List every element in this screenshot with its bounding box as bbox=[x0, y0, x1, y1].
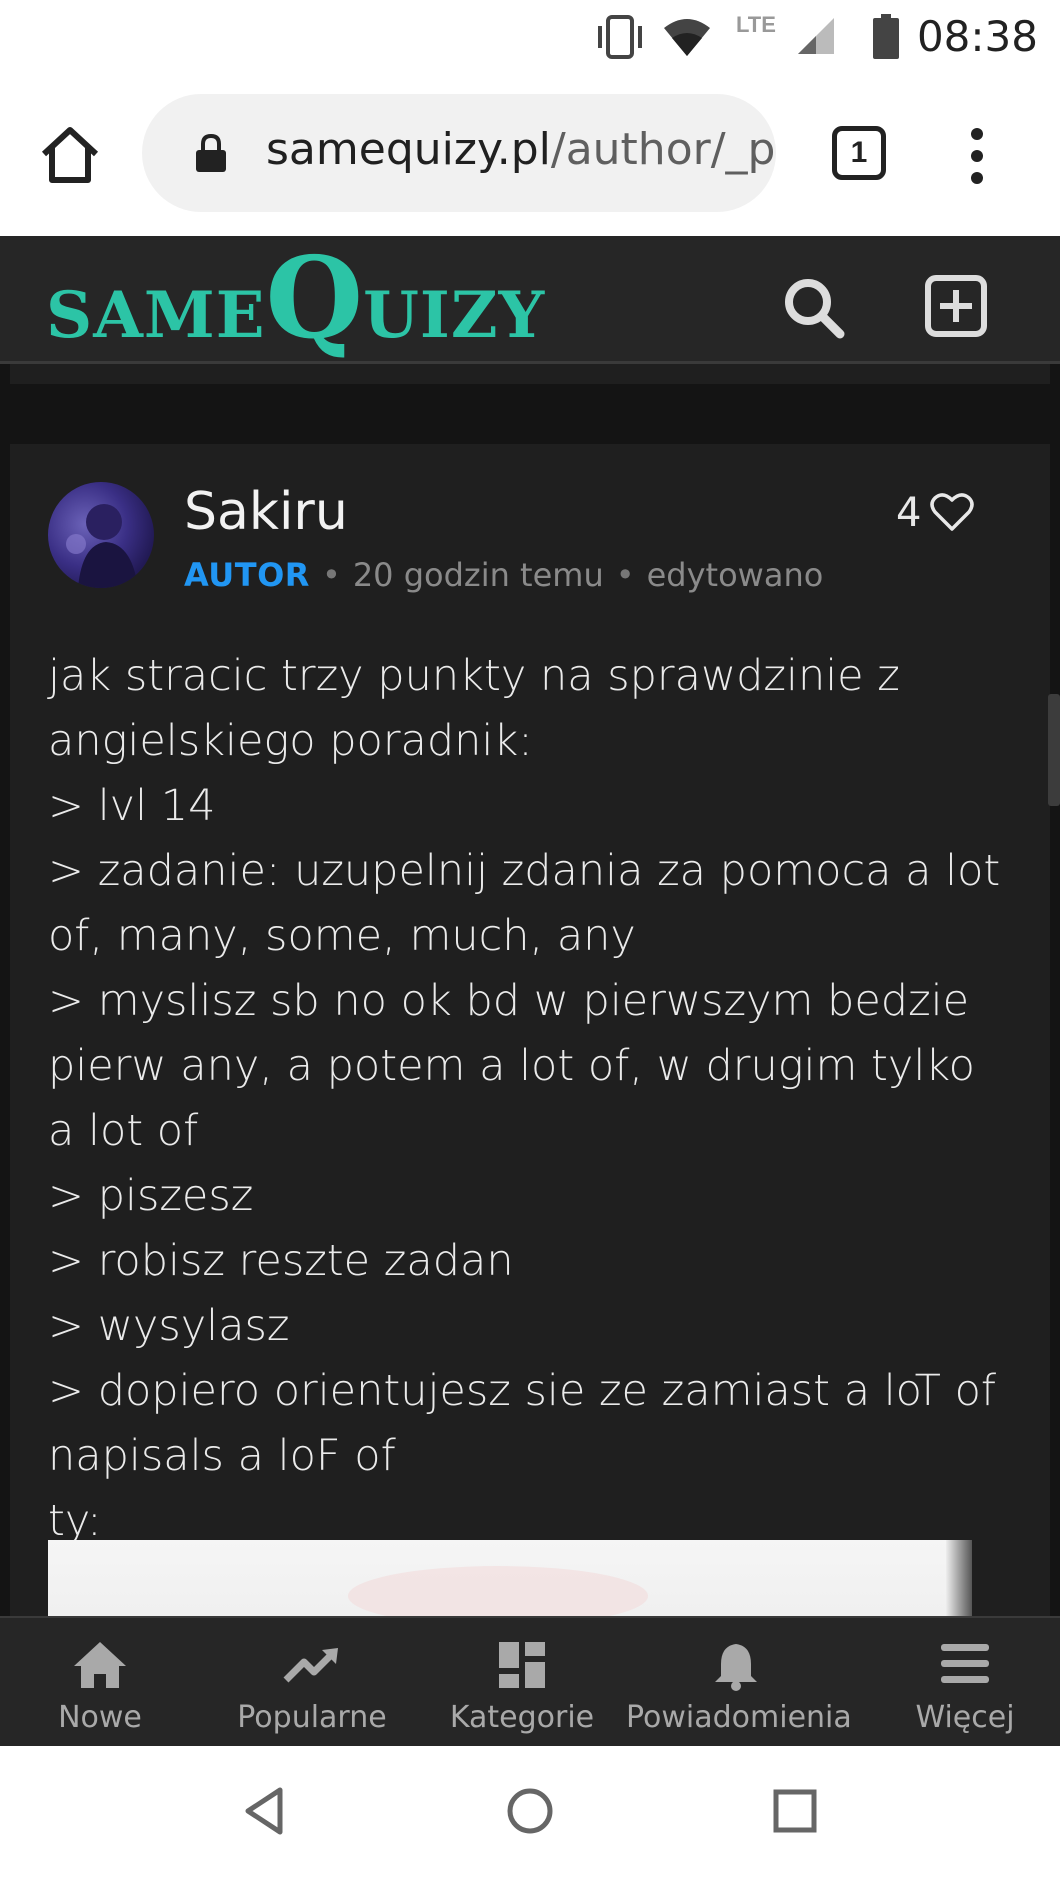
comment-card: Sakiru 4 AUTOR • 20 godzin temu • edytowano … bbox=[10, 444, 1050, 1616]
nav-item-wiecej[interactable]: Więcej bbox=[880, 1618, 1050, 1746]
browser-toolbar: samequizy.pl/author/_p 1 bbox=[0, 74, 1060, 236]
nav-item-popularne[interactable]: Popularne bbox=[222, 1618, 402, 1746]
bell-icon bbox=[715, 1644, 757, 1691]
comment-line: > lvl 14 bbox=[48, 781, 216, 831]
system-navigation-bar bbox=[0, 1746, 1060, 1884]
author-name[interactable]: Sakiru bbox=[184, 482, 348, 542]
nav-item-kategorie[interactable]: Kategorie bbox=[432, 1618, 612, 1746]
comment-line: > robisz reszte zadan bbox=[48, 1236, 514, 1286]
status-bar: LTE 08:38 bbox=[0, 0, 1060, 74]
back-icon[interactable] bbox=[242, 1786, 286, 1836]
comment-line: > zadanie: uzupelnij zdania za pomoca a … bbox=[48, 846, 1001, 896]
comment-line: a lot of bbox=[48, 1106, 199, 1156]
avatar[interactable] bbox=[48, 482, 154, 588]
lock-icon bbox=[196, 134, 226, 172]
vibrate-icon bbox=[598, 15, 642, 59]
previous-card bbox=[10, 364, 1050, 384]
comment-line: > wysylasz bbox=[48, 1301, 290, 1351]
clock: 08:38 bbox=[916, 12, 1038, 61]
battery-icon bbox=[873, 14, 899, 59]
address-bar[interactable]: samequizy.pl/author/_p bbox=[142, 94, 776, 212]
home-icon[interactable] bbox=[38, 124, 102, 186]
home-icon bbox=[74, 1642, 126, 1688]
scrollbar[interactable] bbox=[1048, 694, 1060, 806]
comment-line: > dopiero orientujesz sie ze zamiast a l… bbox=[48, 1366, 997, 1416]
like-count: 4 bbox=[896, 490, 922, 536]
comment-line: pierw any, a potem a lot of, w drugim ty… bbox=[48, 1041, 975, 1091]
signal-icon bbox=[798, 18, 834, 54]
nav-item-powiadomienia[interactable]: Powiadomienia bbox=[626, 1618, 852, 1746]
url-domain: samequizy.pl bbox=[266, 124, 551, 175]
comment-line: > piszesz bbox=[48, 1171, 254, 1221]
home-circle-icon[interactable] bbox=[506, 1786, 554, 1836]
grid-icon bbox=[499, 1642, 545, 1688]
samequizy-logo[interactable]: SAMEQUIZY bbox=[46, 243, 545, 355]
nav-item-nowe[interactable]: Nowe bbox=[10, 1618, 190, 1746]
page-content: Sakiru 4 AUTOR • 20 godzin temu • edytowano … bbox=[0, 364, 1060, 1616]
comment-image[interactable] bbox=[48, 1540, 972, 1616]
comment-line: napisals a loF of bbox=[48, 1431, 396, 1481]
author-badge: AUTOR bbox=[184, 556, 310, 594]
wifi-icon bbox=[664, 19, 710, 56]
url-text: samequizy.pl/author/_p bbox=[266, 124, 775, 175]
heart-icon[interactable] bbox=[930, 492, 974, 532]
trending-icon bbox=[283, 1648, 338, 1683]
tab-switcher-button[interactable]: 1 bbox=[832, 126, 886, 180]
comment-time: 20 godzin temu bbox=[352, 556, 604, 594]
comment-text: jak stracic trzy punkty na sprawdzinie z… bbox=[48, 644, 1001, 1554]
comment-line: jak stracic trzy punkty na sprawdzinie z bbox=[48, 651, 900, 701]
search-icon[interactable] bbox=[782, 276, 846, 340]
overflow-menu-icon[interactable] bbox=[960, 126, 994, 186]
site-header: SAMEQUIZY bbox=[0, 236, 1060, 364]
comment-line: > myslisz sb no ok bd w pierwszym bedzie bbox=[48, 976, 970, 1026]
recents-icon[interactable] bbox=[772, 1786, 818, 1836]
url-path: /author/_p bbox=[550, 124, 776, 175]
edited-label: edytowano bbox=[646, 556, 824, 594]
comment-meta: AUTOR • 20 godzin temu • edytowano bbox=[184, 556, 824, 594]
add-quiz-icon[interactable] bbox=[924, 274, 988, 338]
comment-line: angielskiego poradnik: bbox=[48, 716, 533, 766]
network-type-label: LTE bbox=[736, 12, 776, 37]
menu-icon bbox=[941, 1644, 989, 1683]
comment-line: of, many, some, much, any bbox=[48, 911, 636, 961]
bottom-navigation: Nowe Popularne Kategorie Powiadomienia W… bbox=[0, 1616, 1060, 1746]
